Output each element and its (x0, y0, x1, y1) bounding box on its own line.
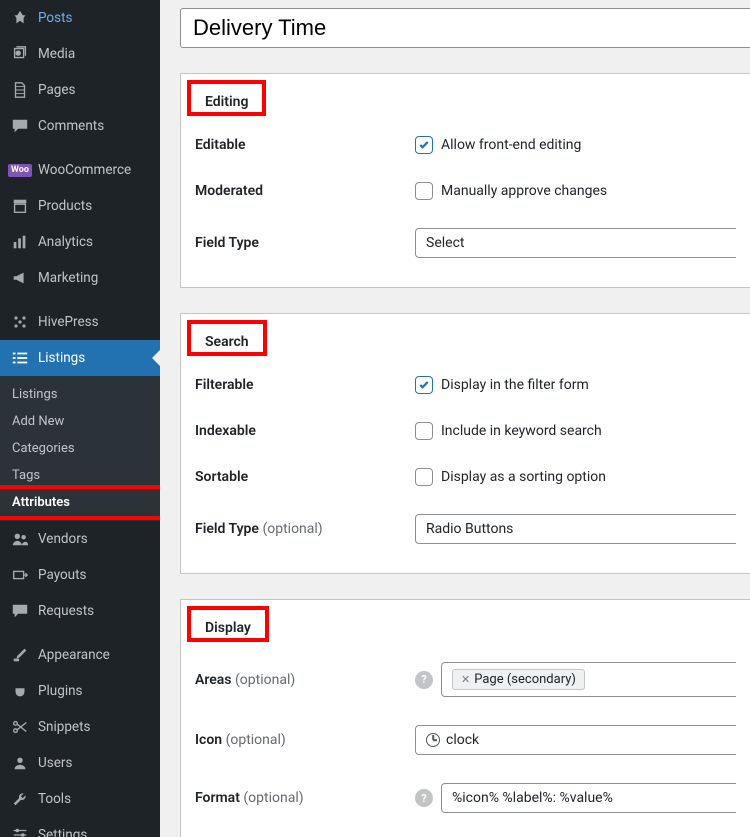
select-icon[interactable]: clock (415, 725, 736, 755)
page-icon (10, 80, 30, 100)
menu-requests[interactable]: Requests (0, 593, 160, 629)
menu-woocommerce[interactable]: Woo WooCommerce (0, 152, 160, 188)
menu-payouts[interactable]: Payouts (0, 557, 160, 593)
menu-plugins[interactable]: Plugins (0, 673, 160, 709)
menu-label: Comments (38, 118, 104, 134)
submenu-listings: Listings Add New Categories Tags Attribu… (0, 376, 160, 521)
tag-area[interactable]: ✕Page (secondary) (452, 669, 585, 690)
submenu-addnew[interactable]: Add New (0, 408, 160, 435)
checkbox-moderated[interactable] (415, 182, 433, 200)
brush-icon (10, 645, 30, 665)
menu-label: Pages (38, 82, 76, 98)
menu-label: Products (38, 198, 92, 214)
plug-icon (10, 681, 30, 701)
menu-products[interactable]: Products (0, 188, 160, 224)
menu-settings[interactable]: Settings (0, 817, 160, 837)
select-areas[interactable]: ✕Page (secondary) (441, 662, 736, 697)
archive-icon (10, 196, 30, 216)
sliders-icon (10, 825, 30, 837)
media-icon (10, 44, 30, 64)
menu-pages[interactable]: Pages (0, 72, 160, 108)
label-areas: Areas (optional) (195, 672, 415, 688)
title-input[interactable] (180, 8, 750, 48)
menu-label: Payouts (38, 567, 87, 583)
label-sortable: Sortable (195, 469, 415, 485)
menu-posts[interactable]: Posts (0, 0, 160, 36)
checkbox-filterable-text: Display in the filter form (441, 377, 589, 393)
menu-label: Requests (38, 603, 94, 619)
menu-label: Appearance (38, 647, 110, 663)
menu-appearance[interactable]: Appearance (0, 637, 160, 673)
comment-icon (10, 116, 30, 136)
menu-label: HivePress (38, 314, 99, 330)
section-display: Display Areas (optional) ? ✕Page (second… (180, 599, 750, 837)
menu-label: Plugins (38, 683, 83, 699)
section-editing: Editing Editable Allow front-end editing… (180, 73, 750, 288)
label-editable: Editable (195, 137, 246, 153)
section-title-editing: Editing (187, 80, 266, 116)
menu-label: Listings (38, 350, 85, 366)
section-title-search: Search (187, 320, 267, 356)
menu-media[interactable]: Media (0, 36, 160, 72)
label-filterable: Filterable (195, 377, 254, 393)
submenu-attributes[interactable]: Attributes (0, 489, 160, 516)
wrench-icon (10, 789, 30, 809)
checkbox-sortable-text: Display as a sorting option (441, 469, 606, 485)
menu-label: Users (38, 755, 72, 771)
woocommerce-icon: Woo (10, 160, 30, 180)
menu-vendors[interactable]: Vendors (0, 521, 160, 557)
users-icon (10, 529, 30, 549)
checkbox-filterable[interactable] (415, 376, 433, 394)
menu-label: Media (38, 46, 75, 62)
label-moderated: Moderated (195, 183, 415, 199)
submenu-categories[interactable]: Categories (0, 435, 160, 462)
label-format: Format (optional) (195, 790, 415, 806)
menu-comments[interactable]: Comments (0, 108, 160, 144)
hivepress-icon (10, 312, 30, 332)
checkbox-indexable[interactable] (415, 422, 433, 440)
menu-listings[interactable]: Listings (0, 340, 160, 376)
label-indexable: Indexable (195, 423, 415, 439)
menu-label: Vendors (38, 531, 88, 547)
clock-icon (426, 733, 440, 747)
menu-label: Tools (38, 791, 71, 807)
list-icon (10, 348, 30, 368)
megaphone-icon (10, 268, 30, 288)
scissors-icon (10, 717, 30, 737)
menu-label: Analytics (38, 234, 93, 250)
chart-bar-icon (10, 232, 30, 252)
label-fieldtype-editing: Field Type (195, 235, 259, 251)
menu-hivepress[interactable]: HivePress (0, 304, 160, 340)
menu-users[interactable]: Users (0, 745, 160, 781)
menu-label: Marketing (38, 270, 98, 286)
help-icon[interactable]: ? (415, 671, 433, 689)
menu-label: Posts (38, 10, 72, 26)
menu-snippets[interactable]: Snippets (0, 709, 160, 745)
tag-remove-icon[interactable]: ✕ (461, 673, 470, 686)
select-fieldtype-editing[interactable]: Select (415, 228, 736, 258)
comment-icon (10, 601, 30, 621)
user-icon (10, 753, 30, 773)
checkbox-editable[interactable] (415, 136, 433, 154)
menu-label: WooCommerce (38, 162, 131, 178)
section-title-display: Display (187, 606, 269, 642)
menu-tools[interactable]: Tools (0, 781, 160, 817)
payout-icon (10, 565, 30, 585)
select-fieldtype-search[interactable]: Radio Buttons (415, 514, 736, 544)
menu-label: Snippets (38, 719, 90, 735)
checkbox-editable-text: Allow front-end editing (441, 137, 581, 153)
checkbox-indexable-text: Include in keyword search (441, 423, 602, 439)
menu-analytics[interactable]: Analytics (0, 224, 160, 260)
label-icon: Icon (optional) (195, 732, 415, 748)
pushpin-icon (10, 8, 30, 28)
checkbox-sortable[interactable] (415, 468, 433, 486)
label-fieldtype-search: Field Type (optional) (195, 521, 323, 537)
submenu-listings-all[interactable]: Listings (0, 381, 160, 408)
menu-marketing[interactable]: Marketing (0, 260, 160, 296)
help-icon[interactable]: ? (415, 789, 433, 807)
section-search: Search Filterable Display in the filter … (180, 313, 750, 574)
menu-label: Settings (38, 827, 87, 837)
checkbox-moderated-text: Manually approve changes (441, 183, 607, 199)
input-format[interactable]: %icon% %label%: %value% (441, 783, 736, 813)
